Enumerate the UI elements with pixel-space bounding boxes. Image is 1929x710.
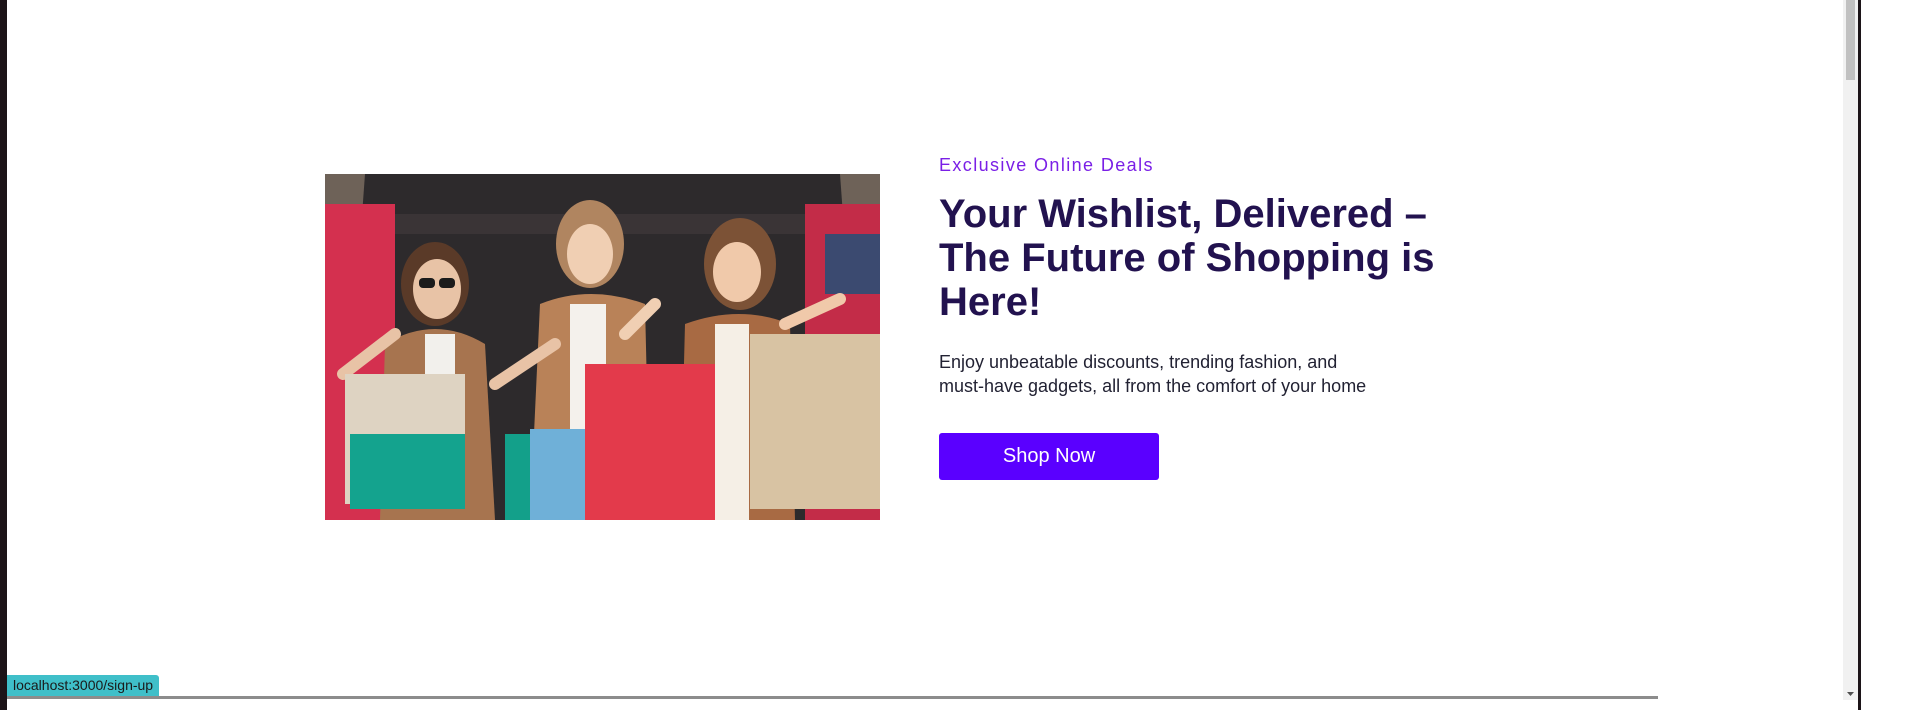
shop-now-button[interactable]: Shop Now: [939, 433, 1159, 480]
vertical-scrollbar[interactable]: [1843, 0, 1858, 700]
bottom-divider: [7, 696, 1658, 699]
hero-image: [325, 174, 880, 520]
hero-subtext: Enjoy unbeatable discounts, trending fas…: [939, 352, 1367, 396]
hero-eyebrow: Exclusive Online Deals: [939, 155, 1154, 175]
browser-viewport: Exclusive Online Deals Your Wishlist, De…: [7, 0, 1843, 700]
hero-headline: Your Wishlist, Delivered – The Future of…: [939, 192, 1435, 324]
hero-text: Exclusive Online Deals Your Wishlist, De…: [939, 154, 1479, 480]
screen-gutter: [1861, 0, 1929, 710]
window-left-border: [0, 0, 7, 710]
scrollbar-thumb[interactable]: [1846, 0, 1855, 80]
shopping-women-photo: [325, 174, 880, 520]
status-bar-url: localhost:3000/sign-up: [7, 675, 160, 696]
hero-section: Exclusive Online Deals Your Wishlist, De…: [7, 0, 1843, 700]
scroll-down-arrow-icon[interactable]: [1846, 690, 1855, 698]
